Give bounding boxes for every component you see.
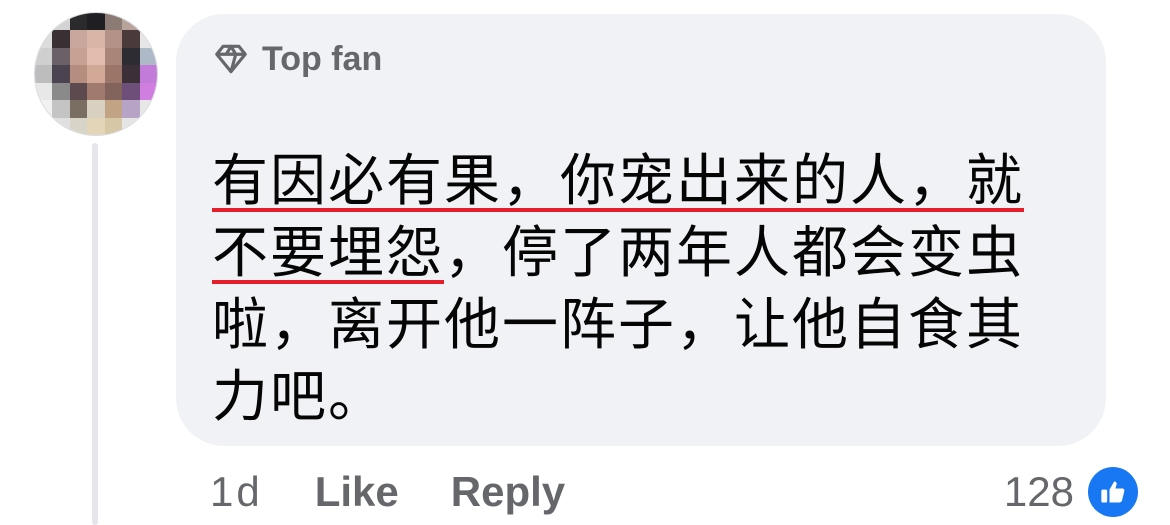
avatar-pixel	[122, 117, 140, 135]
diamond-icon	[215, 44, 247, 74]
avatar-pixel	[35, 47, 53, 66]
avatar-pixel	[139, 65, 157, 83]
avatar-pixel	[52, 65, 70, 83]
avatar-pixel	[87, 30, 105, 48]
thumbs-up-icon	[1088, 467, 1138, 517]
avatar-pixel	[69, 100, 88, 118]
avatar-pixel	[35, 30, 53, 48]
avatar-pixel	[35, 13, 53, 31]
avatar-pixel	[52, 100, 70, 118]
underlined-text: 不要埋怨	[212, 221, 444, 286]
top-fan-badge: Top fan	[212, 38, 382, 80]
avatar-pixel	[122, 100, 140, 118]
avatar-pixel	[69, 117, 88, 135]
avatar-pixel	[139, 47, 157, 66]
avatar-pixel	[69, 13, 88, 31]
avatar-pixel	[69, 30, 88, 48]
avatar-pixel	[35, 65, 53, 83]
avatar-pixel	[69, 47, 88, 66]
badge-label: Top fan	[262, 39, 383, 78]
comment-line-3: 啦，离开他一阵子，让他自食其	[212, 293, 1024, 358]
avatar-pixel	[122, 65, 140, 83]
avatar-pixel	[69, 65, 88, 83]
avatar-pixel	[87, 117, 105, 135]
avatar[interactable]	[34, 12, 158, 136]
underlined-text: 有因必有果，你宠出来的人，就	[212, 149, 1024, 214]
comment-line-4: 力吧。	[212, 365, 386, 430]
comment-line-2: 不要埋怨，停了两年人都会变虫	[212, 218, 1072, 290]
avatar-pixel	[104, 47, 123, 66]
avatar-pixel	[104, 65, 123, 83]
avatar-pixel	[104, 82, 123, 101]
avatar-pixel	[52, 13, 70, 31]
avatar-pixel	[122, 82, 140, 101]
avatar-pixel	[104, 30, 123, 48]
comment-actions: 1d Like Reply	[210, 462, 617, 522]
comment-text: 有因必有果，你宠出来的人，就 不要埋怨，停了两年人都会变虫 啦，离开他一阵子，让…	[212, 146, 1072, 434]
avatar-pixel	[139, 30, 157, 48]
avatar-pixel	[52, 82, 70, 101]
comment-line-1: 有因必有果，你宠出来的人，就	[212, 146, 1072, 218]
author-name-blurred[interactable]	[212, 94, 424, 134]
comment-text-segment: ，停了两年人都会变虫	[444, 221, 1024, 286]
timestamp[interactable]: 1d	[210, 468, 263, 516]
avatar-pixel	[87, 65, 105, 83]
avatar-pixel	[122, 30, 140, 48]
avatar-pixel	[69, 82, 88, 101]
avatar-pixel	[52, 117, 70, 135]
reply-thread-line	[92, 143, 98, 525]
avatar-pixel	[139, 13, 157, 31]
avatar-pixel	[139, 100, 157, 118]
avatar-pixel	[122, 13, 140, 31]
avatar-pixel	[87, 47, 105, 66]
avatar-pixel	[87, 13, 105, 31]
avatar-pixel	[104, 100, 123, 118]
avatar-pixel	[139, 82, 157, 101]
reaction-summary[interactable]: 128	[1004, 462, 1138, 522]
avatar-pixel	[87, 100, 105, 118]
reaction-count: 128	[1003, 468, 1074, 515]
avatar-pixel	[139, 117, 157, 135]
avatar-pixel	[52, 30, 70, 48]
reply-button[interactable]: Reply	[451, 468, 565, 516]
like-button[interactable]: Like	[315, 468, 399, 516]
avatar-pixel	[35, 117, 53, 135]
avatar-pixel	[52, 47, 70, 66]
avatar-pixel	[104, 13, 123, 31]
avatar-pixel	[104, 117, 123, 135]
avatar-pixel	[35, 100, 53, 118]
avatar-pixel	[35, 82, 53, 101]
avatar-pixel	[87, 82, 105, 101]
avatar-pixel	[122, 47, 140, 66]
